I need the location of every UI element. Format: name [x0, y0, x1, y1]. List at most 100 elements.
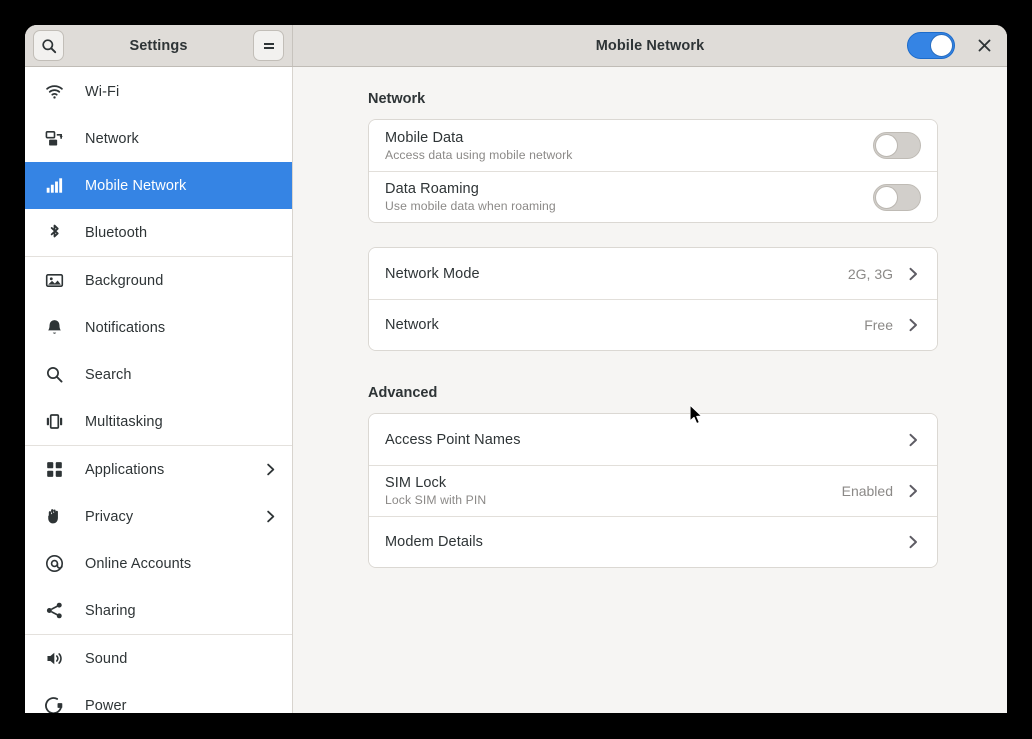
at-sign-icon: [43, 553, 65, 575]
row-chevron: [905, 266, 921, 282]
grid-apps-icon: [45, 460, 64, 479]
sidebar-item-label: Sharing: [85, 603, 136, 619]
sidebar-item-power[interactable]: Power: [25, 682, 292, 713]
sidebar-item-label: Background: [85, 273, 163, 289]
switch-knob: [930, 34, 953, 57]
modem-details-row[interactable]: Modem Details: [369, 516, 937, 567]
content-area: Network Mobile DataAccess data using mob…: [293, 67, 1007, 713]
search-button[interactable]: [33, 30, 64, 61]
bluetooth-icon: [45, 223, 64, 242]
window-body: Wi-Fi Network Mobile NetworkBluetooth Backg…: [25, 67, 1007, 713]
sidebar-item-sound[interactable]: Sound: [25, 635, 292, 682]
bell-icon: [45, 318, 64, 337]
sidebar-item-multitasking[interactable]: Multitasking: [25, 398, 292, 445]
speaker-icon: [43, 648, 65, 670]
chevron-right-icon: [905, 432, 921, 448]
hand-icon: [43, 506, 65, 528]
row-text: Modem Details: [385, 534, 483, 550]
row-chevron: [905, 317, 921, 333]
sidebar-item-label: Search: [85, 367, 132, 383]
search-icon: [41, 38, 57, 54]
sidebar-item-applications[interactable]: Applications: [25, 446, 292, 493]
mobile-data-row-switch[interactable]: [873, 132, 921, 159]
sidebar-item-network[interactable]: Network: [25, 115, 292, 162]
network-group-title: Network: [368, 91, 938, 107]
network-settings-card: Network Mode 2G, 3G Network Free: [368, 247, 938, 351]
row-title: Access Point Names: [385, 432, 521, 448]
row-subtitle: Use mobile data when roaming: [385, 199, 556, 213]
row-toggle-switch: [873, 132, 921, 159]
sidebar-item-chevron: [263, 509, 278, 524]
data-roaming-row[interactable]: Data Roaming Use mobile data when roaming: [369, 171, 937, 222]
sidebar-item-label: Power: [85, 698, 127, 714]
sidebar-item-chevron: [263, 462, 278, 477]
access-point-names-row[interactable]: Access Point Names: [369, 414, 937, 465]
share-icon: [43, 600, 65, 622]
network-mode-row[interactable]: Network Mode 2G, 3G: [369, 248, 937, 299]
power-battery-icon: [45, 696, 64, 713]
sidebar-item-sharing[interactable]: Sharing: [25, 587, 292, 634]
signal-bars-icon: [45, 176, 64, 195]
power-battery-icon: [43, 695, 65, 714]
row-text: Mobile DataAccess data using mobile netw…: [385, 130, 572, 162]
chevron-right-icon: [905, 317, 921, 333]
hand-icon: [45, 507, 64, 526]
switch-knob: [875, 134, 898, 157]
row-text: Access Point Names: [385, 432, 521, 448]
row-title: Network Mode: [385, 266, 480, 282]
sidebar-item-online-accounts[interactable]: Online Accounts: [25, 540, 292, 587]
multitasking-icon: [45, 412, 64, 431]
hamburger-menu-icon: [261, 38, 277, 54]
sidebar-item-mobile-network[interactable]: Mobile Network: [25, 162, 292, 209]
sidebar-item-label: Multitasking: [85, 414, 163, 430]
chevron-right-icon: [263, 462, 278, 477]
sidebar-item-label: Wi-Fi: [85, 84, 119, 100]
sidebar-item-label: Online Accounts: [85, 556, 191, 572]
image-icon: [45, 271, 64, 290]
chevron-right-icon: [905, 266, 921, 282]
main-menu-button[interactable]: [253, 30, 284, 61]
signal-bars-icon: [43, 175, 65, 197]
search-icon: [45, 365, 64, 384]
sidebar-item-background[interactable]: Background: [25, 257, 292, 304]
sidebar-item-wi-fi[interactable]: Wi-Fi: [25, 68, 292, 115]
advanced-group-title: Advanced: [368, 385, 938, 401]
row-chevron: [905, 432, 921, 448]
sidebar-item-notifications[interactable]: Notifications: [25, 304, 292, 351]
app-title: Settings: [64, 38, 253, 54]
bell-icon: [43, 317, 65, 339]
mobile-network-enable-switch[interactable]: [907, 32, 955, 59]
row-toggle-switch: [873, 184, 921, 211]
sidebar-item-label: Applications: [85, 462, 164, 478]
sidebar-item-label: Privacy: [85, 509, 133, 525]
multitasking-icon: [43, 411, 65, 433]
row-title: SIM Lock: [385, 475, 486, 491]
sidebar-item-search[interactable]: Search: [25, 351, 292, 398]
wifi-icon: [43, 81, 65, 103]
grid-apps-icon: [43, 459, 65, 481]
sidebar-item-privacy[interactable]: Privacy: [25, 493, 292, 540]
switch-knob: [875, 186, 898, 209]
share-icon: [45, 601, 64, 620]
sidebar: Wi-Fi Network Mobile NetworkBluetooth Backg…: [25, 67, 293, 713]
row-title: Data Roaming: [385, 181, 556, 197]
sim-lock-row[interactable]: SIM LockLock SIM with PINEnabled: [369, 465, 937, 516]
row-chevron: [905, 483, 921, 499]
row-title: Mobile Data: [385, 130, 572, 146]
chevron-right-icon: [905, 483, 921, 499]
mobile-data-row[interactable]: Mobile DataAccess data using mobile netw…: [369, 120, 937, 171]
row-value: 2G, 3G: [848, 266, 905, 282]
sidebar-item-label: Network: [85, 131, 139, 147]
network-toggles-card: Mobile DataAccess data using mobile netw…: [368, 119, 938, 223]
sidebar-item-label: Notifications: [85, 320, 165, 336]
close-window-button[interactable]: [971, 33, 997, 59]
advanced-card: Access Point Names SIM LockLock SIM with …: [368, 413, 938, 568]
network-row[interactable]: Network Free: [369, 299, 937, 350]
at-sign-icon: [45, 554, 64, 573]
wifi-icon: [45, 82, 64, 101]
page-title: Mobile Network: [293, 38, 1007, 54]
data-roaming-row-switch[interactable]: [873, 184, 921, 211]
row-value: Free: [864, 317, 905, 333]
row-title: Network: [385, 317, 439, 333]
sidebar-item-bluetooth[interactable]: Bluetooth: [25, 209, 292, 256]
